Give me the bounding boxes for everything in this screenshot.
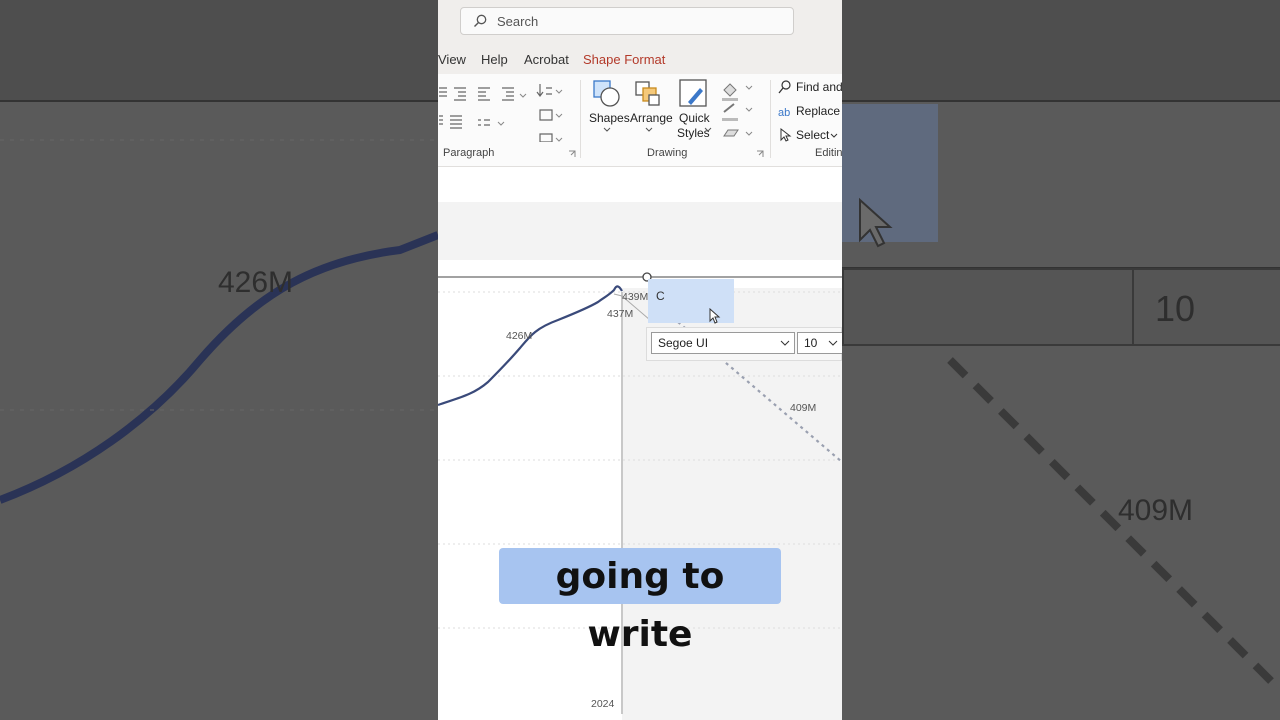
data-label-439: 439M	[622, 291, 649, 303]
select-cursor-icon	[780, 128, 792, 142]
replace-button[interactable]: ab Replace F	[778, 102, 842, 120]
shapes-icon	[593, 80, 620, 107]
select-label: Select	[796, 128, 830, 142]
font-name-dropdown[interactable]: Segoe UI	[651, 332, 795, 354]
axis-label-2024: 2024	[591, 698, 615, 710]
shapes-label: Shapes	[589, 111, 630, 125]
font-name-value: Segoe UI	[658, 336, 709, 350]
ribbon-tabs: View Help Acrobat Shape Format	[438, 44, 842, 74]
shape-fill-outline-effects-icons[interactable]	[720, 78, 756, 142]
chevron-down-icon	[830, 133, 838, 138]
search-placeholder: Search	[497, 14, 539, 29]
background-size-value: 10	[1155, 288, 1196, 329]
paragraph-tools-icons	[439, 84, 563, 142]
search-box[interactable]: Search	[460, 7, 794, 35]
mini-toolbar: Segoe UI 10	[646, 327, 842, 361]
group-label-editing: Editing	[815, 147, 842, 159]
arrange-label: Arrange	[630, 111, 673, 125]
group-label-drawing: Drawing	[647, 147, 688, 159]
background-label-409: 409M	[1118, 494, 1194, 527]
find-icon	[778, 80, 791, 94]
font-size-value: 10	[804, 336, 818, 350]
video-caption: going to write	[499, 548, 781, 655]
background-cursor-icon	[859, 197, 893, 248]
background-label-426: 426M	[218, 266, 294, 299]
mouse-pointer-icon	[709, 308, 721, 324]
chevron-down-icon	[828, 340, 838, 346]
tab-shape-format[interactable]: Shape Format	[583, 52, 665, 67]
quick-label: Quick	[679, 111, 710, 125]
group-label-paragraph: Paragraph	[443, 147, 495, 159]
replace-label: Replace F	[796, 104, 842, 118]
edit-box-text: C	[656, 289, 665, 303]
tab-help[interactable]: Help	[481, 52, 508, 67]
search-icon	[474, 14, 487, 27]
arrange-icon	[635, 81, 660, 106]
data-label-437: 437M	[607, 308, 634, 320]
tab-view[interactable]: View	[438, 52, 466, 67]
chevron-down-icon	[780, 340, 790, 346]
find-button[interactable]: Find and	[778, 78, 842, 96]
app-window: Search View Help Acrobat Shape Format Pa…	[438, 0, 842, 720]
find-label: Find and	[796, 80, 842, 94]
quick-styles-icon	[679, 79, 707, 107]
tab-acrobat[interactable]: Acrobat	[524, 52, 569, 67]
data-label-426: 426M	[506, 330, 533, 342]
font-size-dropdown[interactable]: 10	[797, 332, 842, 354]
title-bar: Search	[438, 0, 842, 44]
svg-text:ab: ab	[778, 107, 790, 118]
slide-area-band	[438, 202, 842, 260]
background-font-box	[842, 268, 1136, 346]
replace-icon: ab	[778, 107, 790, 118]
dropdown-chevrons	[603, 127, 712, 132]
select-button[interactable]: Select	[778, 126, 842, 144]
ribbon: Paragraph Shapes Arrange Quick Styles Dr…	[438, 74, 842, 167]
drawing-launcher-icon[interactable]	[756, 150, 764, 158]
data-label-409: 409M	[790, 402, 817, 414]
paragraph-launcher-icon[interactable]	[568, 150, 576, 158]
separator	[770, 80, 771, 158]
separator	[580, 80, 581, 158]
actual-series-line	[438, 285, 623, 407]
